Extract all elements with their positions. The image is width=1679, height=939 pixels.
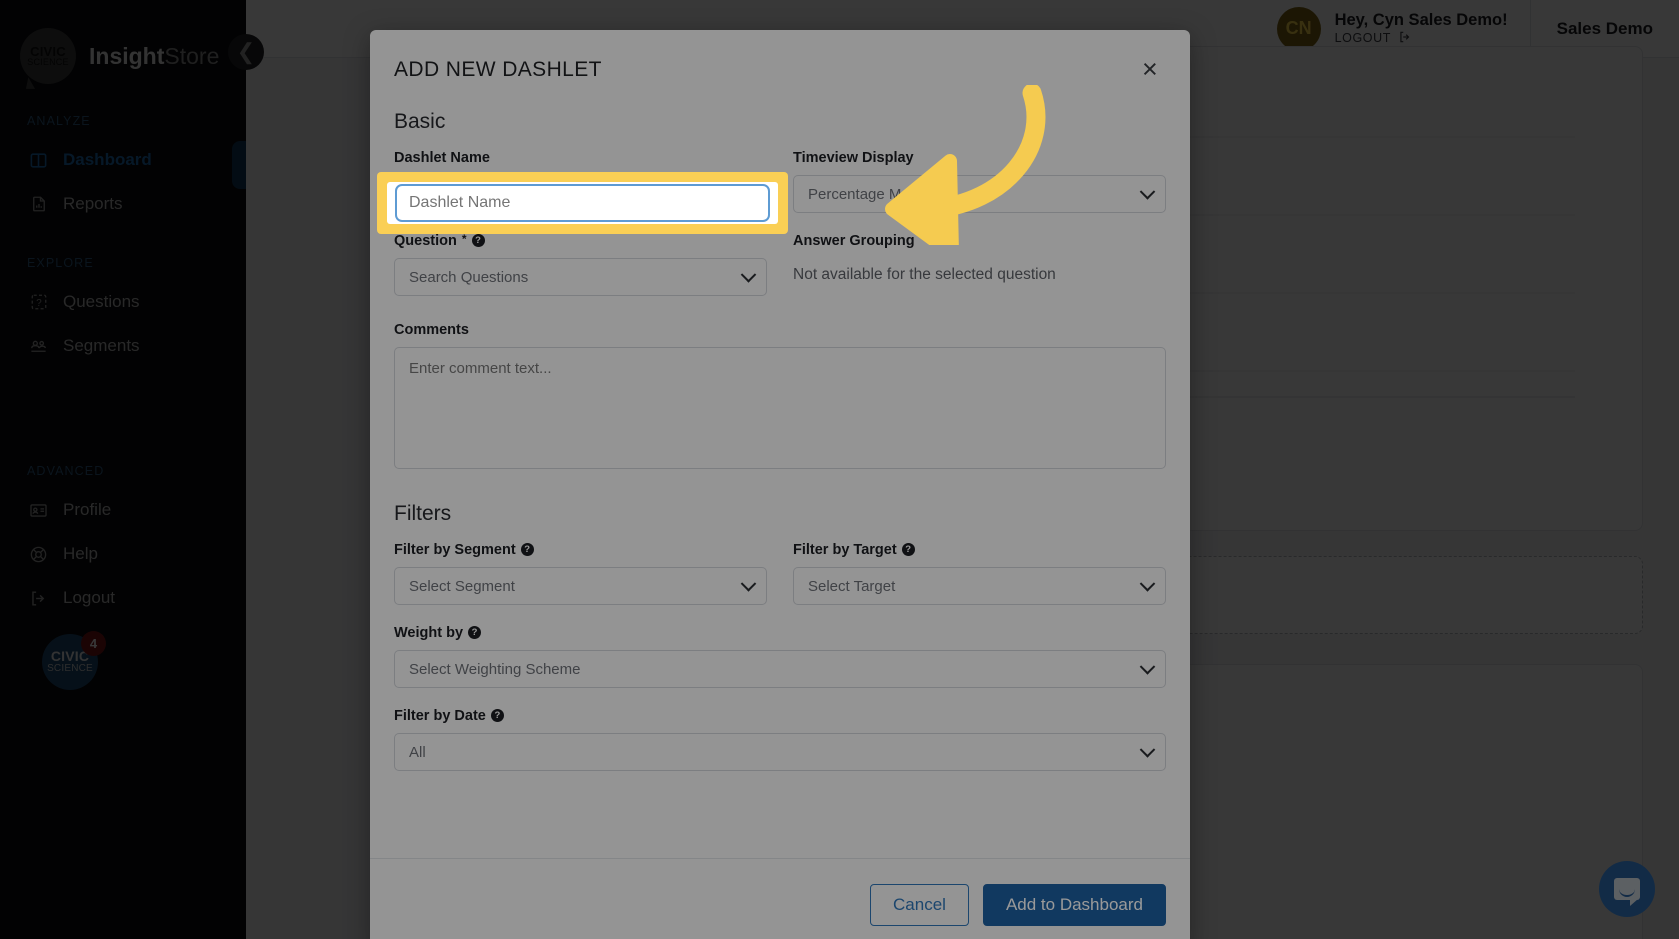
weight-by-label: Weight by ? xyxy=(394,625,1166,641)
weight-by-group: Weight by ? Select Weighting Scheme xyxy=(394,625,1166,688)
add-new-dashlet-modal: ADD NEW DASHLET × Basic Dashlet Name Das… xyxy=(370,30,1190,939)
placeholder-text: Select Segment xyxy=(409,577,515,595)
help-icon[interactable]: ? xyxy=(901,543,915,556)
filter-by-date-group: Filter by Date ? All xyxy=(394,708,1166,771)
placeholder-text: Select Target xyxy=(808,577,896,595)
label-text: Filter by Date xyxy=(394,708,486,724)
filter-by-segment-label: Filter by Segment ? xyxy=(394,542,767,558)
app-root: CIVIC SCIENCE InsightStore ❮ ANALYZE Das… xyxy=(0,0,1679,939)
question-label: Question * ? xyxy=(394,233,767,249)
chat-smile xyxy=(1619,889,1635,897)
help-icon[interactable]: ? xyxy=(471,234,485,247)
modal-footer: Cancel Add to Dashboard xyxy=(370,858,1190,939)
filter-by-date-label: Filter by Date ? xyxy=(394,708,1166,724)
comments-label: Comments xyxy=(394,322,1166,338)
label-text: Question xyxy=(394,233,457,249)
chevron-down-icon xyxy=(1139,576,1156,592)
dashlet-name-label: Dashlet Name xyxy=(394,150,767,166)
chevron-down-icon xyxy=(1139,742,1156,758)
chat-bubble-shape xyxy=(1614,878,1640,906)
filter-by-target-select[interactable]: Select Target xyxy=(793,567,1166,605)
selected-value: All xyxy=(409,743,426,761)
chevron-down-icon xyxy=(740,267,757,283)
comments-textarea[interactable] xyxy=(394,347,1166,469)
placeholder-text: Select Weighting Scheme xyxy=(409,660,581,678)
filter-by-segment-group: Filter by Segment ? Select Segment xyxy=(394,542,767,605)
filter-by-segment-select[interactable]: Select Segment xyxy=(394,567,767,605)
chevron-down-icon xyxy=(1139,659,1156,675)
label-text: Weight by xyxy=(394,625,464,641)
cancel-button[interactable]: Cancel xyxy=(870,883,969,926)
placeholder-text: Search Questions xyxy=(409,268,529,286)
question-search-select[interactable]: Search Questions xyxy=(394,258,767,296)
answer-grouping-value: Not available for the selected question xyxy=(793,266,1056,283)
filter-by-date-select[interactable]: All xyxy=(394,733,1166,771)
help-icon[interactable]: ? xyxy=(490,709,504,722)
filters-row-1: Filter by Segment ? Select Segment Filte… xyxy=(394,542,1166,605)
comments-group: Comments xyxy=(394,322,1166,474)
highlight-inner xyxy=(387,182,778,224)
label-text: Filter by Target xyxy=(793,542,897,558)
chat-bubble-icon[interactable] xyxy=(1599,861,1655,917)
modal-title: ADD NEW DASHLET xyxy=(394,58,602,81)
chevron-down-icon xyxy=(1139,184,1156,200)
help-icon[interactable]: ? xyxy=(520,543,534,556)
add-to-dashboard-button[interactable]: Add to Dashboard xyxy=(982,883,1166,926)
close-icon[interactable]: × xyxy=(1142,56,1168,84)
modal-body: ADD NEW DASHLET × Basic Dashlet Name Das… xyxy=(370,30,1190,939)
filter-by-target-label: Filter by Target ? xyxy=(793,542,1166,558)
help-icon[interactable]: ? xyxy=(468,626,482,639)
dashlet-name-highlight xyxy=(377,172,788,234)
section-heading-filters: Filters xyxy=(394,502,452,525)
filter-by-target-group: Filter by Target ? Select Target xyxy=(793,542,1166,605)
annotation-arrow xyxy=(885,85,1046,245)
label-text: Comments xyxy=(394,322,469,338)
dashlet-name-input[interactable] xyxy=(395,184,770,222)
label-text: Dashlet Name xyxy=(394,150,490,166)
weight-by-select[interactable]: Select Weighting Scheme xyxy=(394,650,1166,688)
label-text: Filter by Segment xyxy=(394,542,516,558)
question-group: Question * ? Search Questions xyxy=(394,233,767,296)
required-marker: * xyxy=(461,232,467,246)
chevron-down-icon xyxy=(740,576,757,592)
